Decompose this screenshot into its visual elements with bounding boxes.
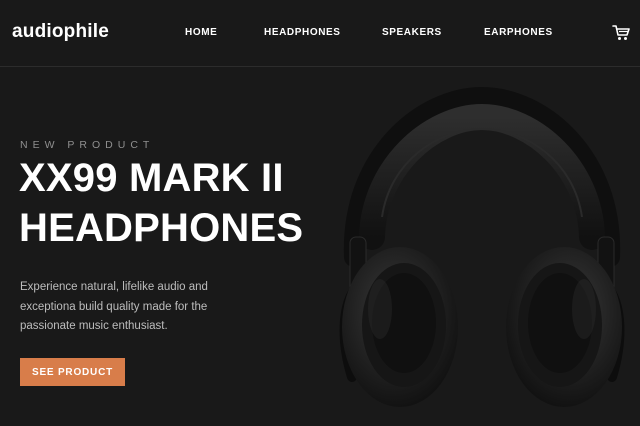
nav-speakers[interactable]: SPEAKERS <box>382 27 442 38</box>
cart-icon[interactable] <box>612 24 630 42</box>
hero-title: XX99 MARK II HEADPHONES <box>19 153 339 253</box>
headphones-illustration <box>339 86 625 407</box>
hero-eyebrow: NEW PRODUCT <box>20 139 155 151</box>
site-header: audiophile HOME HEADPHONES SPEAKERS EARP… <box>0 0 640 66</box>
main-nav: HOME HEADPHONES SPEAKERS EARPHONES <box>0 27 640 41</box>
cart-icon-glyph <box>612 25 630 40</box>
nav-home[interactable]: HOME <box>185 27 217 38</box>
hero-description: Experience natural, lifelike audio and e… <box>20 281 208 332</box>
headphones-image <box>332 86 632 417</box>
hero-title-line-2: HEADPHONES <box>19 206 304 250</box>
nav-headphones[interactable]: HEADPHONES <box>264 27 341 38</box>
nav-earphones[interactable]: EARPHONES <box>484 27 553 38</box>
hero-section: NEW PRODUCT XX99 MARK II HEADPHONES Expe… <box>0 67 640 426</box>
see-product-button[interactable]: SEE PRODUCT <box>20 358 125 386</box>
hero-title-line-1: XX99 MARK II <box>19 156 284 200</box>
